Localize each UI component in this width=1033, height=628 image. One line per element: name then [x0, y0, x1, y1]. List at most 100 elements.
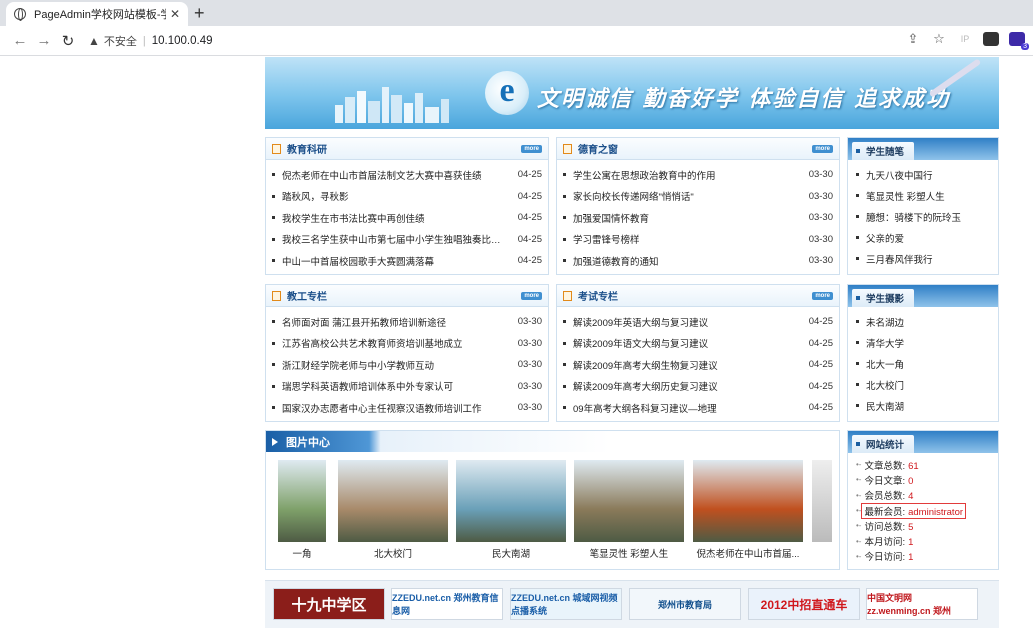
side-list-item[interactable]: 未名湖边	[856, 311, 990, 332]
side-list-item[interactable]: 北大一角	[856, 353, 990, 374]
picture-thumbnail[interactable]	[278, 460, 326, 542]
picture-thumbnail[interactable]	[574, 460, 684, 542]
picture-caption[interactable]: 笔显灵性 彩塑人生	[574, 546, 684, 560]
side-link[interactable]: 北大一角	[866, 357, 904, 371]
list-item[interactable]: 加强道德教育的通知 03-30	[563, 250, 833, 272]
news-link[interactable]: 瑞思学科英语教师培训体系中外专家认可	[282, 379, 508, 393]
list-item[interactable]: 踏秋风，寻秋影 04-25	[272, 186, 542, 208]
friend-link-banner[interactable]: 中国文明网 zz.wenming.cn 郑州	[866, 588, 978, 620]
friend-link-banner[interactable]: 郑州市教育局	[629, 588, 741, 620]
picture-thumbnail[interactable]	[456, 460, 566, 542]
friend-link-banner[interactable]: ZZEDU.net.cn 郑州教育信息网	[391, 588, 503, 620]
picture-thumbnail[interactable]	[693, 460, 803, 542]
list-item[interactable]: 09年高考大纲各科复习建议—地理 04-25	[563, 397, 833, 419]
list-item[interactable]: 解读2009年英语大纲与复习建议 04-25	[563, 311, 833, 333]
list-item[interactable]: 国家汉办志愿者中心主任视察汉语教师培训工作 03-30	[272, 397, 542, 419]
side-list-item[interactable]: 九天八夜中国行	[856, 164, 990, 185]
warning-icon[interactable]: ▲	[88, 34, 100, 48]
back-icon[interactable]: ←	[8, 32, 32, 49]
list-item[interactable]: 学习雷锋号榜样 03-30	[563, 229, 833, 251]
news-link[interactable]: 加强道德教育的通知	[573, 254, 799, 268]
friend-link-banner[interactable]: ZZEDU.net.cn 城域网视频点播系统	[510, 588, 622, 620]
list-item[interactable]: 我校三名学生获中山市第七届中小学生独唱独奏比赛... 04-25	[272, 229, 542, 251]
side-link[interactable]: 民大南湖	[866, 399, 904, 413]
reload-icon[interactable]: ↻	[56, 32, 80, 50]
news-link[interactable]: 中山一中首届校园歌手大赛圆满落幕	[282, 254, 508, 268]
forward-icon[interactable]: →	[32, 32, 56, 49]
side-list-item[interactable]: 清华大学	[856, 332, 990, 353]
news-link[interactable]: 解读2009年高考大纲生物复习建议	[573, 358, 799, 372]
news-link[interactable]: 解读2009年英语大纲与复习建议	[573, 315, 799, 329]
star-icon[interactable]: ☆	[931, 31, 947, 47]
list-item[interactable]: 倪杰老师在中山市首届法制文艺大赛中喜获佳绩 04-25	[272, 164, 542, 186]
more-button[interactable]: more	[521, 291, 542, 300]
more-button[interactable]: more	[521, 144, 542, 153]
insecure-label[interactable]: 不安全	[104, 33, 137, 49]
side-link[interactable]: 清华大学	[866, 336, 904, 350]
picture-caption[interactable]: 一角	[278, 546, 326, 560]
more-button[interactable]: more	[812, 291, 833, 300]
url-text[interactable]: 10.100.0.49	[152, 35, 213, 47]
picture-caption[interactable]: 北大校门	[338, 546, 448, 560]
news-link[interactable]: 踏秋风，寻秋影	[282, 189, 508, 203]
news-link[interactable]: 名师面对面 蒲江县开拓教师培训新途径	[282, 315, 508, 329]
side-link[interactable]: 笔显灵性 彩塑人生	[866, 189, 945, 203]
side-link[interactable]: 九天八夜中国行	[866, 168, 933, 182]
side-link[interactable]: 北大校门	[866, 378, 904, 392]
side-link[interactable]: 未名湖边	[866, 315, 904, 329]
list-item[interactable]: 中山一中首届校园歌手大赛圆满落幕 04-25	[272, 250, 542, 272]
side-list-item[interactable]: 民大南湖	[856, 395, 990, 416]
news-link[interactable]: 学生公寓在思想政治教育中的作用	[573, 168, 799, 182]
picture-thumbnail[interactable]	[338, 460, 448, 542]
news-link[interactable]: 江苏省高校公共艺术教育师资培训基地成立	[282, 336, 508, 350]
side-link[interactable]: 父亲的爱	[866, 231, 904, 245]
new-tab-button[interactable]: +	[194, 3, 205, 24]
more-button[interactable]: more	[812, 144, 833, 153]
list-item[interactable]: 学生公寓在思想政治教育中的作用 03-30	[563, 164, 833, 186]
browser-tab[interactable]: PageAdmin学校网站模板-学校 ✕	[6, 2, 188, 26]
extension-icon[interactable]	[983, 32, 999, 46]
list-item[interactable]: 解读2009年高考大纲历史复习建议 04-25	[563, 376, 833, 398]
close-icon[interactable]: ✕	[170, 7, 180, 21]
extension-icon[interactable]: IP	[957, 34, 973, 44]
friend-link-banner[interactable]: 十九中学区	[273, 588, 385, 620]
news-link[interactable]: 加强爱国情怀教育	[573, 211, 799, 225]
picture-item[interactable]: 北大校门	[338, 460, 448, 560]
news-link[interactable]: 我校学生在市书法比赛中再创佳绩	[282, 211, 508, 225]
news-link[interactable]: 国家汉办志愿者中心主任视察汉语教师培训工作	[282, 401, 508, 415]
share-icon[interactable]: ⇪	[905, 31, 921, 47]
side-list-item[interactable]: 臆想：骑楼下的阮玲玉	[856, 206, 990, 227]
news-link[interactable]: 学习雷锋号榜样	[573, 232, 799, 246]
list-item[interactable]: 瑞思学科英语教师培训体系中外专家认可 03-30	[272, 376, 542, 398]
picture-item[interactable]: 一角	[278, 460, 326, 560]
side-list-item[interactable]: 笔显灵性 彩塑人生	[856, 185, 990, 206]
list-item[interactable]: 我校学生在市书法比赛中再创佳绩 04-25	[272, 207, 542, 229]
picture-item-partial[interactable]	[812, 460, 832, 542]
list-item[interactable]: 加强爱国情怀教育 03-30	[563, 207, 833, 229]
side-list-item[interactable]: 父亲的爱	[856, 227, 990, 248]
news-link[interactable]: 家长向校长传递网络"悄悄话"	[573, 189, 799, 203]
news-link[interactable]: 解读2009年语文大纲与复习建议	[573, 336, 799, 350]
picture-item[interactable]: 笔显灵性 彩塑人生	[574, 460, 684, 560]
side-link[interactable]: 臆想：骑楼下的阮玲玉	[866, 210, 961, 224]
list-item[interactable]: 解读2009年高考大纲生物复习建议 04-25	[563, 354, 833, 376]
list-item[interactable]: 家长向校长传递网络"悄悄话" 03-30	[563, 186, 833, 208]
picture-item[interactable]: 民大南湖	[456, 460, 566, 560]
side-list-item[interactable]: 三月春风伴我行	[856, 248, 990, 269]
list-item[interactable]: 江苏省高校公共艺术教育师资培训基地成立 03-30	[272, 333, 542, 355]
list-item[interactable]: 解读2009年语文大纲与复习建议 04-25	[563, 333, 833, 355]
picture-caption[interactable]: 民大南湖	[456, 546, 566, 560]
news-link[interactable]: 倪杰老师在中山市首届法制文艺大赛中喜获佳绩	[282, 168, 508, 182]
news-link[interactable]: 我校三名学生获中山市第七届中小学生独唱独奏比赛...	[282, 232, 508, 246]
news-link[interactable]: 09年高考大纲各科复习建议—地理	[573, 401, 799, 415]
list-item[interactable]: 浙江财经学院老师与中小学教师互动 03-30	[272, 354, 542, 376]
extension-icon[interactable]: 3	[1009, 32, 1029, 50]
friend-link-banner[interactable]: 2012中招直通车	[748, 588, 860, 620]
list-item[interactable]: 名师面对面 蒲江县开拓教师培训新途径 03-30	[272, 311, 542, 333]
picture-thumbnail[interactable]	[812, 460, 832, 542]
picture-item[interactable]: 倪杰老师在中山市首届...	[693, 460, 803, 560]
news-link[interactable]: 解读2009年高考大纲历史复习建议	[573, 379, 799, 393]
side-list-item[interactable]: 北大校门	[856, 374, 990, 395]
news-link[interactable]: 浙江财经学院老师与中小学教师互动	[282, 358, 508, 372]
address-bar[interactable]: ▲ 不安全 | 10.100.0.49	[88, 30, 213, 52]
